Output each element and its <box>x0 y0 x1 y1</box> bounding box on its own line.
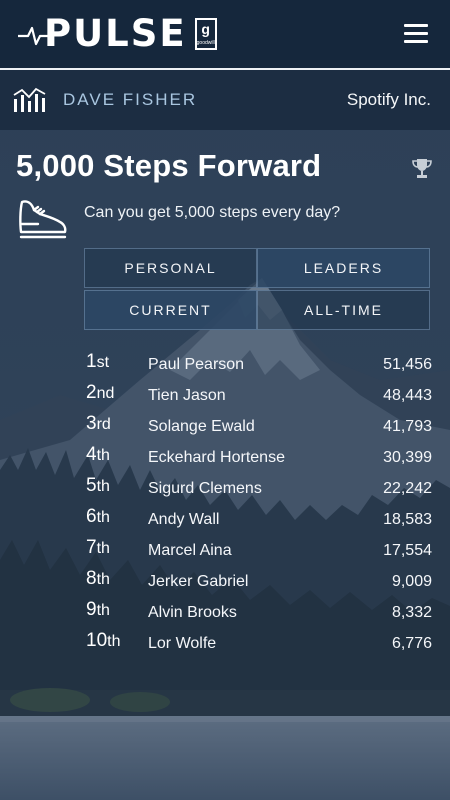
rank: 2nd <box>86 382 114 404</box>
trophy-icon[interactable] <box>412 157 432 179</box>
challenge-title: 5,000 Steps Forward <box>16 148 322 183</box>
participant-name: Marcel Aina <box>148 542 232 559</box>
leaderboard-filters: PERSONAL LEADERS CURRENT ALL-TIME <box>84 248 431 330</box>
rank: 5th <box>86 475 110 497</box>
step-count: 8,332 <box>391 604 432 621</box>
goodwill-letter: g <box>201 21 210 37</box>
participant-name: Solange Ewald <box>148 418 255 435</box>
rank-number: 4 <box>86 444 97 465</box>
rank-number: 8 <box>86 568 97 589</box>
participant-name: Sigurd Clemens <box>148 480 262 497</box>
app-header: PULSE g goodwill <box>0 0 450 68</box>
user-bar: DAVE FISHER Spotify Inc. <box>0 68 450 130</box>
rank-number: 1 <box>86 351 97 372</box>
scope-tabs: PERSONAL LEADERS <box>84 248 431 288</box>
bar-chart-icon <box>13 87 46 112</box>
leaderboard-row[interactable]: 2nd Tien Jason 48,443 <box>86 381 432 412</box>
participant-name: Tien Jason <box>148 387 226 404</box>
step-count: 6,776 <box>391 635 432 652</box>
leaderboard-row[interactable]: 8th Jerker Gabriel 9,009 <box>86 567 432 598</box>
leaderboard-row[interactable]: 10th Lor Wolfe 6,776 <box>86 629 432 660</box>
rank-suffix: st <box>96 354 110 371</box>
logo-text: PULSE <box>44 12 187 55</box>
rank-number: 6 <box>86 506 97 527</box>
leaderboard-row[interactable]: 3rd Solange Ewald 41,793 <box>86 412 432 443</box>
participant-name: Alvin Brooks <box>148 604 237 621</box>
rank-number: 7 <box>86 537 97 558</box>
step-count: 30,399 <box>383 449 432 466</box>
rank-suffix: th <box>107 633 121 650</box>
user-name[interactable]: DAVE FISHER <box>63 90 197 110</box>
leaderboard-row[interactable]: 5th Sigurd Clemens 22,242 <box>86 474 432 505</box>
leaderboard: 1st Paul Pearson 51,456 2nd Tien Jason 4… <box>86 350 432 660</box>
challenge-description: Can you get 5,000 steps every day? <box>84 204 341 221</box>
rank-suffix: th <box>96 478 110 495</box>
rank-suffix: th <box>96 447 110 464</box>
goodwill-word: goodwill <box>196 40 215 46</box>
rank: 4th <box>86 444 110 466</box>
rank-number: 10 <box>86 630 108 651</box>
step-count: 17,554 <box>383 542 432 559</box>
step-count: 41,793 <box>383 418 432 435</box>
rank-number: 2 <box>86 382 97 403</box>
shoe-icon <box>19 200 67 239</box>
leaderboard-row[interactable]: 4th Eckehard Hortense 30,399 <box>86 443 432 474</box>
rank: 1st <box>86 351 109 373</box>
pulse-logo[interactable]: PULSE g goodwill <box>18 14 217 54</box>
tab-personal[interactable]: PERSONAL <box>84 248 257 288</box>
step-count: 9,009 <box>391 573 432 590</box>
rank-suffix: nd <box>96 385 115 402</box>
rank: 8th <box>86 568 110 590</box>
rank: 10th <box>86 630 120 652</box>
company-name: Spotify Inc. <box>346 90 431 109</box>
rank-suffix: th <box>96 571 110 588</box>
tab-all-time[interactable]: ALL-TIME <box>257 290 430 330</box>
step-count: 18,583 <box>383 511 432 528</box>
hamburger-menu-button[interactable] <box>404 24 428 44</box>
step-count: 48,443 <box>383 387 432 404</box>
participant-name: Andy Wall <box>148 511 220 528</box>
rank: 9th <box>86 599 110 621</box>
rank-suffix: th <box>96 602 110 619</box>
hamburger-icon <box>404 24 428 27</box>
rank: 7th <box>86 537 110 559</box>
step-count: 22,242 <box>383 480 432 497</box>
leaderboard-row[interactable]: 7th Marcel Aina 17,554 <box>86 536 432 567</box>
goodwill-badge: g goodwill <box>194 18 217 50</box>
rank-suffix: th <box>96 509 110 526</box>
leaderboard-row[interactable]: 9th Alvin Brooks 8,332 <box>86 598 432 629</box>
tab-leaders[interactable]: LEADERS <box>257 248 430 288</box>
rank-number: 9 <box>86 599 97 620</box>
rank: 6th <box>86 506 110 528</box>
period-tabs: CURRENT ALL-TIME <box>84 290 431 330</box>
participant-name: Lor Wolfe <box>148 635 217 652</box>
leaderboard-row[interactable]: 1st Paul Pearson 51,456 <box>86 350 432 381</box>
participant-name: Paul Pearson <box>148 356 245 373</box>
leaderboard-row[interactable]: 6th Andy Wall 18,583 <box>86 505 432 536</box>
participant-name: Eckehard Hortense <box>148 449 285 466</box>
rank-suffix: th <box>96 540 110 557</box>
tab-current[interactable]: CURRENT <box>84 290 257 330</box>
rank-number: 3 <box>86 413 97 434</box>
rank-suffix: rd <box>96 416 111 433</box>
step-count: 51,456 <box>383 356 432 373</box>
participant-name: Jerker Gabriel <box>148 573 249 590</box>
rank-number: 5 <box>86 475 97 496</box>
rank: 3rd <box>86 413 111 435</box>
